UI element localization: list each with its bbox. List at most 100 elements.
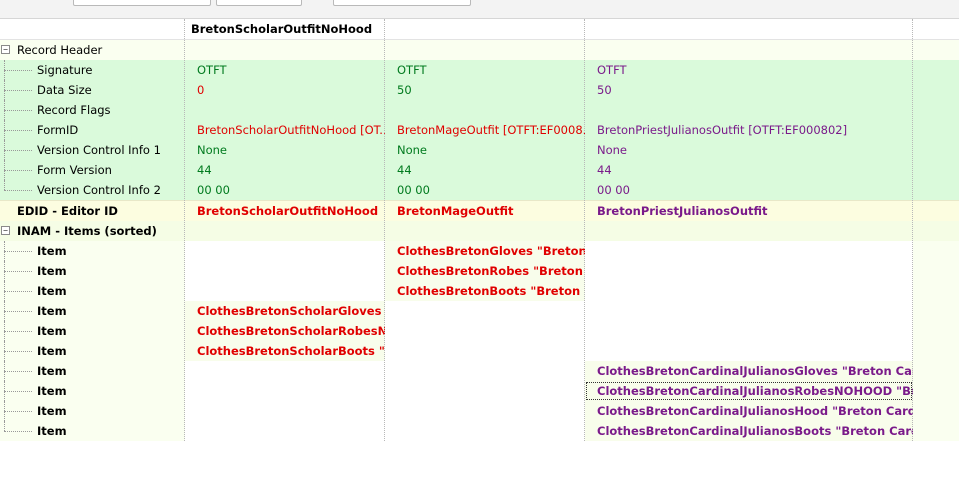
filter-toolbar bbox=[0, 0, 959, 19]
filter-input-3[interactable] bbox=[333, 0, 471, 6]
collapse-icon[interactable]: − bbox=[1, 45, 10, 54]
record-field-row[interactable]: Version Control Info 2 00 00 00 00 00 00 bbox=[0, 180, 959, 200]
record-field-value-1[interactable]: 44 bbox=[185, 160, 385, 180]
edid-value-2[interactable]: BretonMageOutfit bbox=[385, 201, 585, 221]
tree-line bbox=[4, 130, 32, 131]
inam-item-row[interactable]: Item ClothesBretonBoots "Breton ... bbox=[0, 281, 959, 301]
record-field-value-2[interactable]: OTFT bbox=[385, 60, 585, 80]
inam-item-value-3[interactable] bbox=[585, 341, 913, 361]
record-field-value-1[interactable]: 00 00 bbox=[185, 180, 385, 200]
record-field-value-3[interactable]: 00 00 bbox=[585, 180, 913, 200]
inam-item-value-2[interactable] bbox=[385, 301, 585, 321]
inam-item-label: Item bbox=[37, 304, 67, 318]
record-field-row[interactable]: Version Control Info 1 None None None bbox=[0, 140, 959, 160]
tree-line bbox=[4, 431, 32, 432]
edid-value-1[interactable]: BretonScholarOutfitNoHood bbox=[185, 201, 385, 221]
record-header-label: Record Header bbox=[17, 43, 103, 57]
record-field-value-3[interactable]: OTFT bbox=[585, 60, 913, 80]
record-field-value-2[interactable]: 50 bbox=[385, 80, 585, 100]
inam-item-value-3[interactable] bbox=[585, 261, 913, 281]
record-field-value-2[interactable]: 44 bbox=[385, 160, 585, 180]
inam-item-row[interactable]: Item ClothesBretonCardinalJulianosRobesNO… bbox=[0, 381, 959, 401]
column-separator bbox=[584, 19, 585, 441]
record-field-value-2[interactable]: BretonMageOutfit [OTFT:EF0008... bbox=[385, 120, 585, 140]
inam-item-value-2[interactable] bbox=[385, 361, 585, 381]
record-field-row[interactable]: FormID BretonScholarOutfitNoHood [OT... Br… bbox=[0, 120, 959, 140]
inam-item-row[interactable]: Item ClothesBretonScholarBoots "B... bbox=[0, 341, 959, 361]
inam-item-value-1[interactable] bbox=[185, 421, 385, 441]
record-field-value-1[interactable]: OTFT bbox=[185, 60, 385, 80]
inam-item-value-3[interactable]: ClothesBretonCardinalJulianosRobesNOHOOD… bbox=[585, 381, 913, 401]
record-field-value-1[interactable]: None bbox=[185, 140, 385, 160]
inam-item-row[interactable]: Item ClothesBretonCardinalJulianosHood "B… bbox=[0, 401, 959, 421]
collapse-icon[interactable]: − bbox=[1, 226, 10, 235]
record-field-value-1[interactable]: 0 bbox=[185, 80, 385, 100]
record-field-value-1[interactable] bbox=[185, 100, 385, 120]
inam-item-value-3[interactable] bbox=[585, 281, 913, 301]
inam-item-label: Item bbox=[37, 384, 67, 398]
record-field-label: Record Flags bbox=[37, 103, 111, 117]
record-field-row[interactable]: Signature OTFT OTFT OTFT bbox=[0, 60, 959, 80]
record-field-row[interactable]: Record Flags bbox=[0, 100, 959, 120]
inam-item-value-1[interactable] bbox=[185, 381, 385, 401]
inam-item-value-3[interactable] bbox=[585, 321, 913, 341]
record-field-value-3[interactable]: None bbox=[585, 140, 913, 160]
inam-item-value-1[interactable] bbox=[185, 241, 385, 261]
inam-item-value-1[interactable] bbox=[185, 401, 385, 421]
record-field-value-1[interactable]: BretonScholarOutfitNoHood [OT... bbox=[185, 120, 385, 140]
inam-item-value-1[interactable]: ClothesBretonScholarBoots "B... bbox=[185, 341, 385, 361]
inam-item-value-3[interactable] bbox=[585, 241, 913, 261]
tree-line bbox=[4, 190, 32, 191]
inam-item-value-2[interactable]: ClothesBretonBoots "Breton ... bbox=[385, 281, 585, 301]
inam-item-value-1[interactable] bbox=[185, 281, 385, 301]
inam-item-value-2[interactable] bbox=[385, 401, 585, 421]
inam-item-row[interactable]: Item ClothesBretonCardinalJulianosGloves … bbox=[0, 361, 959, 381]
inam-item-value-2[interactable] bbox=[385, 421, 585, 441]
record-compare-grid: BretonScholarOutfitNoHood − Record Heade… bbox=[0, 19, 959, 441]
tree-line bbox=[4, 311, 32, 312]
inam-item-value-3[interactable]: ClothesBretonCardinalJulianosHood "Breto… bbox=[585, 401, 913, 421]
record-field-value-3[interactable]: 50 bbox=[585, 80, 913, 100]
inam-item-value-1[interactable] bbox=[185, 261, 385, 281]
tree-line bbox=[4, 421, 5, 431]
inam-item-value-2[interactable] bbox=[385, 381, 585, 401]
inam-item-value-1[interactable]: ClothesBretonScholarRobesNO... bbox=[185, 321, 385, 341]
inam-item-row[interactable]: Item ClothesBretonScholarGloves "... bbox=[0, 301, 959, 321]
inam-item-label: Item bbox=[37, 424, 67, 438]
record-field-value-3[interactable] bbox=[585, 100, 913, 120]
record-field-row[interactable]: Form Version 44 44 44 bbox=[0, 160, 959, 180]
column-header-1[interactable]: BretonScholarOutfitNoHood bbox=[185, 19, 385, 39]
filter-input-2[interactable] bbox=[216, 0, 302, 6]
column-header-3[interactable] bbox=[585, 19, 913, 39]
inam-item-value-2[interactable]: ClothesBretonRobes "Breton ... bbox=[385, 261, 585, 281]
inam-item-value-2[interactable] bbox=[385, 341, 585, 361]
inam-item-value-3[interactable]: ClothesBretonCardinalJulianosGloves "Bre… bbox=[585, 361, 913, 381]
record-field-value-2[interactable]: None bbox=[385, 140, 585, 160]
inam-item-value-1[interactable] bbox=[185, 361, 385, 381]
record-field-value-2[interactable]: 00 00 bbox=[385, 180, 585, 200]
inam-item-row[interactable]: Item ClothesBretonRobes "Breton ... bbox=[0, 261, 959, 281]
inam-item-value-3[interactable] bbox=[585, 301, 913, 321]
tree-line bbox=[4, 411, 32, 412]
inam-item-value-2[interactable]: ClothesBretonGloves "Breton ... bbox=[385, 241, 585, 261]
edid-row[interactable]: EDID - Editor ID BretonScholarOutfitNoHo… bbox=[0, 200, 959, 221]
inam-row[interactable]: − INAM - Items (sorted) bbox=[0, 221, 959, 241]
inam-item-row[interactable]: Item ClothesBretonCardinalJulianosBoots "… bbox=[0, 421, 959, 441]
inam-item-value-3[interactable]: ClothesBretonCardinalJulianosBoots "Bret… bbox=[585, 421, 913, 441]
filter-input-1[interactable] bbox=[73, 0, 211, 6]
record-field-label: FormID bbox=[37, 123, 79, 137]
record-field-row[interactable]: Data Size 0 50 50 bbox=[0, 80, 959, 100]
record-field-value-3[interactable]: BretonPriestJulianosOutfit [OTFT:EF00080… bbox=[585, 120, 913, 140]
inam-item-row[interactable]: Item ClothesBretonScholarRobesNO... bbox=[0, 321, 959, 341]
inam-item-row[interactable]: Item ClothesBretonGloves "Breton ... bbox=[0, 241, 959, 261]
inam-item-value-1[interactable]: ClothesBretonScholarGloves "... bbox=[185, 301, 385, 321]
tree-line bbox=[4, 271, 32, 272]
inam-item-value-2[interactable] bbox=[385, 321, 585, 341]
tree-line bbox=[4, 351, 32, 352]
record-field-value-3[interactable]: 44 bbox=[585, 160, 913, 180]
record-field-value-2[interactable] bbox=[385, 100, 585, 120]
edid-value-3[interactable]: BretonPriestJulianosOutfit bbox=[585, 201, 913, 221]
column-header-2[interactable] bbox=[385, 19, 585, 39]
tree-line bbox=[4, 251, 32, 252]
record-header-row[interactable]: − Record Header bbox=[0, 40, 959, 60]
